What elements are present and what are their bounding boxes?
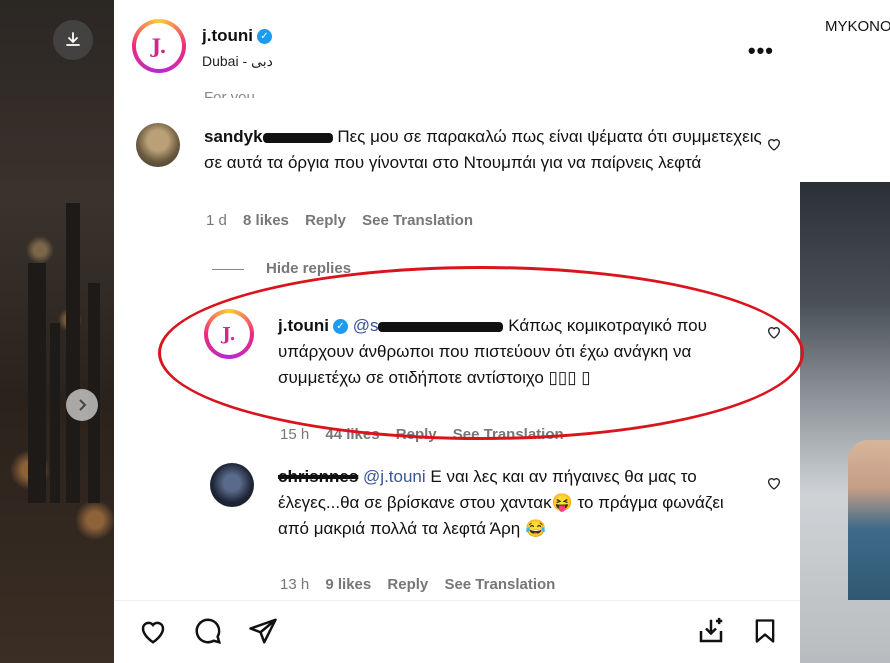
- background-photo-left: [0, 0, 114, 663]
- comment-time: 1 d: [206, 212, 227, 229]
- building: [66, 203, 80, 503]
- commenter-avatar[interactable]: [136, 123, 180, 167]
- author-avatar[interactable]: J.: [132, 19, 186, 73]
- bookmark-button[interactable]: [751, 616, 779, 651]
- download-button[interactable]: [53, 20, 93, 60]
- reply-likes[interactable]: 9 likes: [325, 576, 371, 593]
- chevron-right-icon: [79, 399, 87, 411]
- avatar-letter: J.: [136, 23, 182, 69]
- like-reply-button[interactable]: [766, 475, 782, 491]
- right-heading: MYKONO: [825, 18, 890, 35]
- reply-button[interactable]: Reply: [387, 576, 428, 593]
- heart-icon: [767, 139, 781, 151]
- emoji: 😂: [524, 519, 547, 538]
- heart-icon: [767, 478, 781, 490]
- author-username[interactable]: j.touni: [202, 26, 253, 45]
- section-label: For you: [204, 89, 255, 98]
- comment-likes[interactable]: 8 likes: [243, 212, 289, 229]
- mention-link[interactable]: @j.touni: [363, 467, 426, 486]
- building: [28, 263, 46, 503]
- reply-time: 13 h: [280, 576, 310, 593]
- bookmark-icon: [755, 619, 775, 643]
- post-location[interactable]: Dubai - دبی: [202, 53, 273, 70]
- reply-body: chrisnnes @j.touni Ε ναι λες και αν πήγα…: [278, 464, 753, 542]
- share-post-button[interactable]: [248, 616, 278, 651]
- save-to-collection-button[interactable]: [696, 616, 726, 651]
- reply-button[interactable]: Reply: [305, 212, 346, 229]
- building: [50, 323, 60, 503]
- save-collection-icon: [699, 617, 723, 643]
- person-figure: [848, 440, 890, 600]
- background-right: MYKONO: [800, 0, 890, 663]
- divider: [212, 269, 244, 270]
- share-icon: [249, 618, 277, 644]
- like-comment-button[interactable]: [766, 136, 782, 152]
- see-translation-button[interactable]: See Translation: [444, 576, 555, 593]
- reply-meta: 13 h 9 likes Reply See Translation: [280, 576, 567, 593]
- redaction: [262, 132, 333, 143]
- reply-avatar[interactable]: [210, 463, 254, 507]
- annotation-oval: [158, 266, 804, 440]
- reply-time: 15 h: [280, 426, 310, 443]
- download-icon: [66, 32, 80, 46]
- emoji: 😝: [551, 493, 573, 512]
- like-post-button[interactable]: [137, 616, 169, 651]
- verified-icon: ✓: [256, 29, 272, 45]
- comment-meta: 1 d 8 likes Reply See Translation: [206, 212, 485, 229]
- next-image-button[interactable]: [66, 389, 98, 421]
- reply-username[interactable]: chrisnnes: [278, 467, 358, 486]
- see-translation-button[interactable]: See Translation: [362, 212, 473, 229]
- more-icon: •••: [747, 38, 774, 63]
- more-options-button[interactable]: •••: [748, 38, 774, 64]
- comment-username[interactable]: sandyk: [204, 127, 263, 146]
- heart-icon: [141, 621, 165, 644]
- comment-post-button[interactable]: [193, 616, 223, 651]
- comment-body: sandyk Πες μου σε παρακαλώ πως είναι ψέμ…: [204, 124, 764, 176]
- comment-icon: [195, 618, 222, 645]
- post-header: J. j.touni ✓ Dubai - دبی •••: [114, 0, 800, 90]
- author-row: j.touni ✓: [202, 26, 272, 46]
